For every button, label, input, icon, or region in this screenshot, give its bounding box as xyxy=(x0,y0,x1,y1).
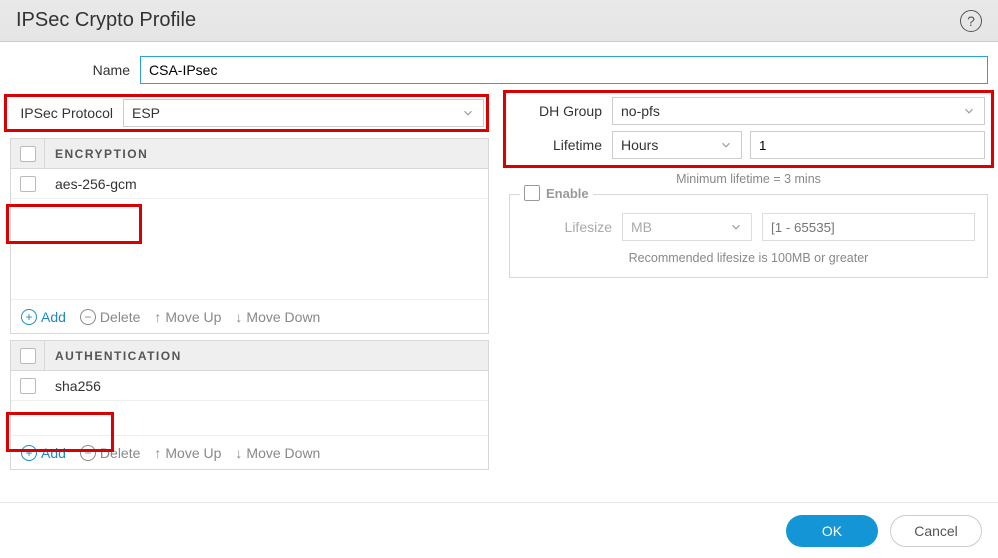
protocol-select[interactable]: ESP xyxy=(123,99,484,127)
enable-lifesize-checkbox[interactable] xyxy=(524,185,540,201)
minus-icon: − xyxy=(80,445,96,461)
encryption-movedown-button[interactable]: ↓Move Down xyxy=(235,309,320,325)
lifetime-unit-select[interactable]: Hours xyxy=(612,131,742,159)
auth-moveup-button[interactable]: ↑Move Up xyxy=(154,445,221,461)
encryption-header: ENCRYPTION xyxy=(45,147,148,161)
arrow-up-icon: ↑ xyxy=(154,309,161,325)
arrow-down-icon: ↓ xyxy=(235,445,242,461)
lifesize-unit-value: MB xyxy=(631,219,729,235)
lifetime-unit-value: Hours xyxy=(621,137,719,153)
lifesize-label: Lifesize xyxy=(522,219,612,235)
lifetime-hint: Minimum lifetime = 3 mins xyxy=(509,172,988,186)
plus-icon: + xyxy=(21,445,37,461)
lifesize-fieldset: Enable Lifesize MB Recommended lifesize … xyxy=(509,194,988,278)
cancel-button[interactable]: Cancel xyxy=(890,515,982,547)
encryption-delete-button[interactable]: −Delete xyxy=(80,309,140,325)
protocol-label: IPSec Protocol xyxy=(9,105,123,121)
lifetime-value-input[interactable] xyxy=(750,131,985,159)
arrow-up-icon: ↑ xyxy=(154,445,161,461)
auth-row[interactable]: sha256 xyxy=(11,371,488,401)
enable-label: Enable xyxy=(546,186,589,201)
auth-delete-button[interactable]: −Delete xyxy=(80,445,140,461)
ok-button[interactable]: OK xyxy=(786,515,878,547)
encryption-row[interactable]: aes-256-gcm xyxy=(11,169,488,199)
auth-item-checkbox[interactable] xyxy=(20,378,36,394)
auth-add-button[interactable]: +Add xyxy=(21,445,66,461)
arrow-down-icon: ↓ xyxy=(235,309,242,325)
encryption-item-label: aes-256-gcm xyxy=(45,176,137,192)
protocol-value: ESP xyxy=(132,105,461,121)
auth-select-all-checkbox[interactable] xyxy=(20,348,36,364)
chevron-down-icon xyxy=(719,138,733,152)
encryption-moveup-button[interactable]: ↑Move Up xyxy=(154,309,221,325)
dialog-footer: OK Cancel xyxy=(0,502,998,558)
auth-panel: AUTHENTICATION sha256 +Add −Delete ↑Move… xyxy=(10,340,489,470)
dh-group-select[interactable]: no-pfs xyxy=(612,97,985,125)
encryption-item-checkbox[interactable] xyxy=(20,176,36,192)
name-label: Name xyxy=(10,62,140,78)
name-input[interactable] xyxy=(140,56,988,84)
minus-icon: − xyxy=(80,309,96,325)
encryption-select-all-checkbox[interactable] xyxy=(20,146,36,162)
auth-header: AUTHENTICATION xyxy=(45,349,182,363)
title-bar: IPSec Crypto Profile ? xyxy=(0,0,998,42)
auth-movedown-button[interactable]: ↓Move Down xyxy=(235,445,320,461)
help-icon[interactable]: ? xyxy=(960,10,982,32)
encryption-add-button[interactable]: +Add xyxy=(21,309,66,325)
dh-group-label: DH Group xyxy=(512,103,612,119)
dialog-title: IPSec Crypto Profile xyxy=(16,9,960,32)
encryption-panel: ENCRYPTION aes-256-gcm +Add −Delete ↑Mov… xyxy=(10,138,489,334)
lifetime-label: Lifetime xyxy=(512,137,612,153)
plus-icon: + xyxy=(21,309,37,325)
chevron-down-icon xyxy=(461,106,475,120)
dh-group-value: no-pfs xyxy=(621,103,962,119)
lifesize-value-input xyxy=(762,213,975,241)
lifesize-unit-select: MB xyxy=(622,213,752,241)
auth-item-label: sha256 xyxy=(45,378,101,394)
chevron-down-icon xyxy=(729,220,743,234)
chevron-down-icon xyxy=(962,104,976,118)
lifesize-hint: Recommended lifesize is 100MB or greater xyxy=(522,251,975,265)
